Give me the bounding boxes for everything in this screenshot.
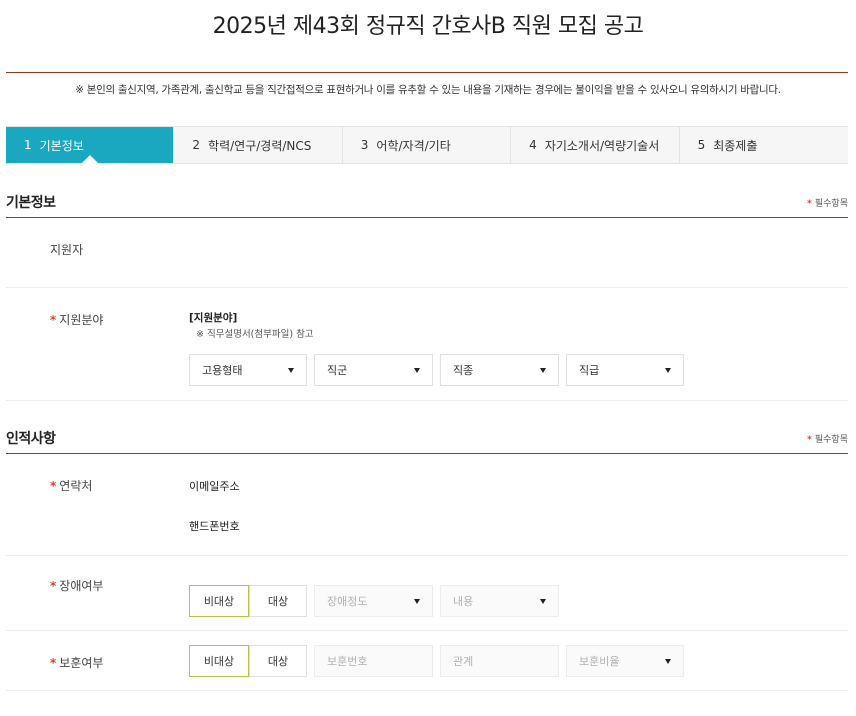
caret-down-icon: [288, 368, 294, 373]
veteran-label-text: 보훈여부: [59, 656, 104, 670]
phone-label: 핸드폰번호: [189, 520, 240, 533]
asterisk-icon: *: [50, 479, 57, 493]
select-placeholder: 보훈비율: [579, 655, 620, 668]
basic-info-section-header: 기본정보 * 필수항목: [6, 188, 848, 218]
tab-label: 기본정보: [39, 138, 84, 153]
row-divider: [6, 400, 848, 401]
caret-down-icon: [540, 368, 546, 373]
caret-down-icon: [665, 659, 671, 664]
tab-label: 최종제출: [713, 138, 758, 153]
field-hint: ※ 직무설명서(첨부파일) 참고: [196, 329, 314, 340]
tab-language-license[interactable]: 3 어학/자격/기타: [343, 127, 512, 163]
disability-degree-select[interactable]: 장애정도: [314, 585, 433, 617]
caret-down-icon: [540, 599, 546, 604]
input-placeholder: 관계: [453, 655, 474, 668]
select-value: 직종: [453, 364, 474, 377]
select-placeholder: 내용: [453, 595, 474, 608]
tab-education-career[interactable]: 2 학력/연구/경력/NCS: [174, 127, 343, 163]
job-grade-select[interactable]: 직급: [566, 354, 684, 386]
section-title: 기본정보: [6, 195, 56, 211]
asterisk-icon: *: [807, 199, 812, 209]
field-label: * 지원분야: [50, 311, 103, 328]
select-value: 직급: [579, 364, 600, 377]
email-label: 이메일주소: [189, 480, 240, 493]
asterisk-icon: *: [50, 656, 57, 670]
field-heading: [지원분야]: [189, 312, 238, 324]
disability-applicable-button[interactable]: 대상: [249, 585, 307, 617]
asterisk-icon: *: [807, 435, 812, 445]
tab-basic-info[interactable]: 1 기본정보: [6, 127, 175, 164]
job-group-select[interactable]: 직군: [314, 354, 433, 386]
field-label-text: 지원분야: [59, 313, 104, 327]
page-title: 2025년 제43회 정규직 간호사B 직원 모집 공고: [212, 14, 644, 39]
disability-label: * 장애여부: [50, 577, 103, 594]
tab-number: 2: [192, 138, 201, 152]
tab-number: 5: [697, 138, 706, 152]
disability-not-applicable-button[interactable]: 비대상: [189, 585, 249, 617]
required-note: * 필수항목: [807, 432, 848, 445]
veteran-number-input[interactable]: 보훈번호: [314, 645, 433, 677]
veteran-label: * 보훈여부: [50, 654, 103, 671]
title-divider: [6, 72, 848, 73]
applicant-label: 지원자: [50, 243, 84, 257]
select-value: 고용형태: [202, 364, 243, 377]
section-title: 인적사항: [6, 431, 56, 447]
input-placeholder: 보훈번호: [327, 655, 368, 668]
select-value: 직군: [327, 364, 348, 377]
veteran-applicable-button[interactable]: 대상: [249, 645, 307, 677]
asterisk-icon: *: [50, 579, 57, 593]
row-divider: [6, 630, 848, 631]
tab-number: 4: [529, 138, 537, 152]
tab-number: 3: [360, 138, 369, 152]
tab-self-intro[interactable]: 4 자기소개서/역량기술서: [511, 127, 680, 163]
notice-text: ※ 본인의 출신지역, 가족관계, 출신학교 등을 직간접적으로 표현하거나 이…: [75, 84, 781, 96]
disability-label-text: 장애여부: [59, 579, 104, 593]
required-note-label: 필수항목: [814, 435, 848, 445]
required-note-label: 필수항목: [814, 199, 848, 209]
asterisk-icon: *: [50, 313, 57, 327]
row-divider: [6, 287, 848, 288]
disability-content-select[interactable]: 내용: [440, 585, 559, 617]
step-tabs: 1 기본정보 2 학력/연구/경력/NCS 3 어학/자격/기타 4 자기소개서…: [6, 126, 848, 164]
veteran-ratio-select[interactable]: 보훈비율: [566, 645, 684, 677]
caret-down-icon: [414, 368, 420, 373]
contact-label: * 연락처: [50, 477, 92, 494]
personal-info-section-header: 인적사항 * 필수항목: [6, 424, 848, 454]
row-divider: [6, 555, 848, 556]
employment-type-select[interactable]: 고용형태: [189, 354, 307, 386]
tab-label: 학력/연구/경력/NCS: [208, 138, 312, 153]
caret-down-icon: [665, 368, 671, 373]
tab-number: 1: [24, 138, 32, 152]
row-divider: [6, 690, 848, 691]
tab-final-submit[interactable]: 5 최종제출: [680, 127, 848, 163]
contact-label-text: 연락처: [59, 479, 93, 493]
veteran-relation-input[interactable]: 관계: [440, 645, 559, 677]
tab-label: 자기소개서/역량기술서: [544, 138, 660, 153]
select-placeholder: 장애정도: [327, 595, 368, 608]
caret-down-icon: [414, 599, 420, 604]
tab-label: 어학/자격/기타: [376, 138, 451, 153]
required-note: * 필수항목: [807, 196, 848, 209]
veteran-not-applicable-button[interactable]: 비대상: [189, 645, 249, 677]
job-type-select[interactable]: 직종: [440, 354, 559, 386]
